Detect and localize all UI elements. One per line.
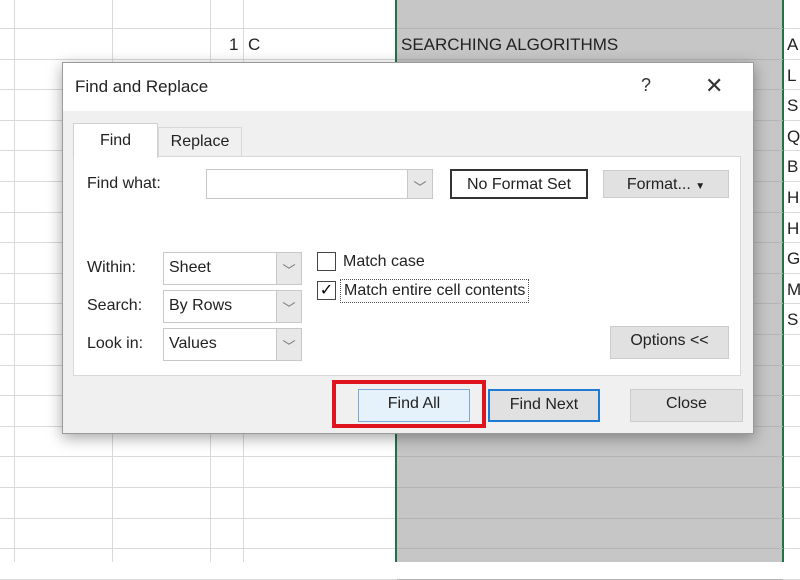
row-gridline-selected — [397, 456, 783, 457]
chevron-down-icon: ﹀ — [276, 329, 301, 360]
chevron-down-icon[interactable]: ﹀ — [407, 170, 432, 198]
close-button[interactable]: Close — [630, 389, 743, 422]
format-button[interactable]: Format... ▼ — [603, 170, 729, 198]
cell-right-column[interactable]: M — [787, 280, 800, 300]
search-label: Search: — [87, 297, 143, 314]
lookin-select[interactable]: Values ﹀ — [163, 328, 302, 361]
row-gridline-selected — [397, 487, 783, 488]
match-case-label[interactable]: Match case — [343, 253, 425, 271]
match-entire-checkbox[interactable]: ✓ — [317, 281, 336, 300]
within-label: Within: — [87, 259, 136, 276]
tab-find-label: Find — [99, 132, 132, 149]
no-format-set-preview: No Format Set — [450, 169, 588, 199]
row-gridline-selected — [397, 59, 783, 60]
row-gridline-selected — [397, 28, 783, 29]
within-value: Sheet — [169, 259, 211, 276]
find-all-button[interactable]: Find All — [358, 389, 470, 422]
cell-right-column[interactable]: S — [787, 96, 798, 116]
find-what-input[interactable]: ﹀ — [206, 169, 433, 199]
find-replace-dialog: Find and Replace ? ✕ Find Replace Find w… — [62, 62, 754, 434]
cell-right-column[interactable]: A — [787, 35, 798, 55]
cell-right-column[interactable]: H — [787, 188, 799, 208]
chevron-down-icon: ﹀ — [276, 253, 301, 284]
help-button[interactable]: ? — [641, 75, 651, 96]
row-gridline-selected — [397, 548, 783, 549]
cell-letter[interactable]: C — [248, 35, 260, 55]
tab-replace-label: Replace — [170, 133, 230, 150]
selection-border-right — [782, 0, 784, 562]
column-gridline — [14, 0, 15, 562]
cell-right-column[interactable]: B — [787, 157, 798, 177]
search-value: By Rows — [169, 297, 233, 314]
match-case-checkbox[interactable] — [317, 252, 336, 271]
cell-right-column[interactable]: G — [787, 249, 800, 269]
row-gridline-selected — [397, 518, 783, 519]
search-select[interactable]: By Rows ﹀ — [163, 290, 302, 323]
cell-right-column[interactable]: S — [787, 310, 798, 330]
checkmark-icon: ✓ — [319, 282, 334, 299]
close-icon[interactable]: ✕ — [705, 73, 723, 99]
chevron-down-icon: ﹀ — [276, 291, 301, 322]
format-button-label: Format... — [626, 176, 691, 193]
lookin-value: Values — [169, 335, 217, 352]
find-what-label: Find what: — [87, 175, 161, 192]
cell-right-column[interactable]: L — [787, 66, 796, 86]
title-bar: Find and Replace ? ✕ — [63, 63, 753, 111]
options-button[interactable]: Options << — [610, 326, 729, 359]
cell-header[interactable]: SEARCHING ALGORITHMS — [401, 35, 618, 55]
cell-right-column[interactable]: H — [787, 219, 799, 239]
cell-number[interactable]: 1 — [229, 35, 238, 55]
within-select[interactable]: Sheet ﹀ — [163, 252, 302, 285]
find-next-button[interactable]: Find Next — [488, 389, 600, 422]
lookin-label: Look in: — [87, 335, 144, 352]
tab-find[interactable]: Find — [73, 123, 158, 158]
tab-replace[interactable]: Replace — [158, 127, 242, 157]
cell-right-column[interactable]: Q — [787, 127, 800, 147]
dropdown-arrow-icon: ▼ — [695, 181, 706, 192]
match-entire-label[interactable]: Match entire cell contents — [340, 279, 530, 303]
dialog-title: Find and Replace — [75, 77, 209, 96]
